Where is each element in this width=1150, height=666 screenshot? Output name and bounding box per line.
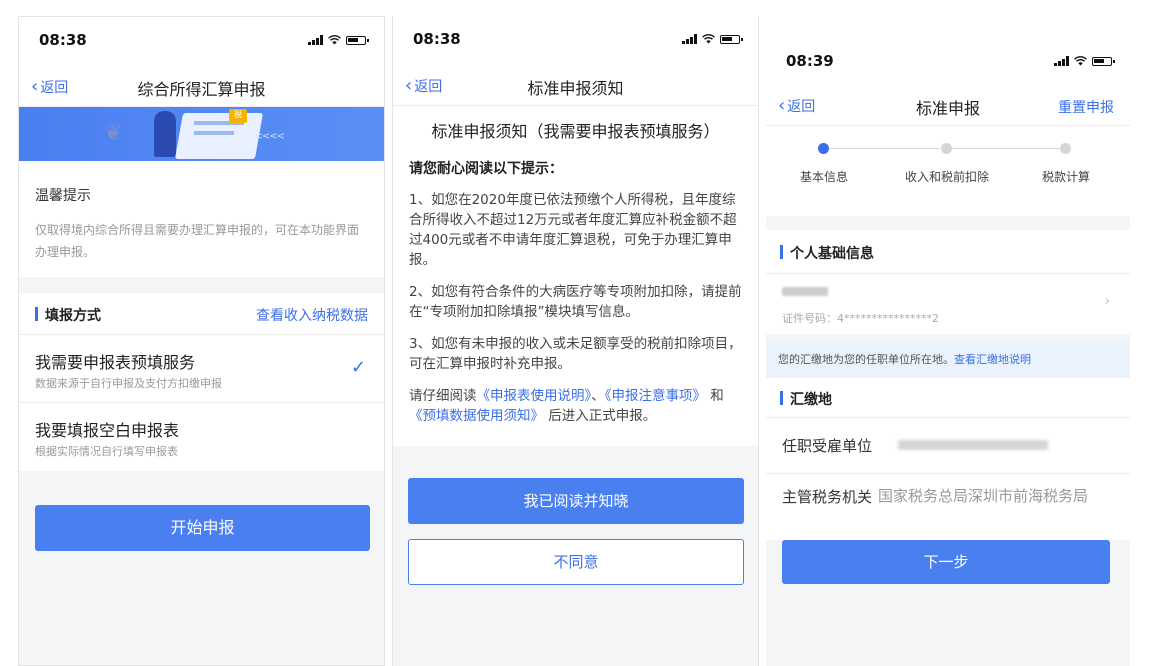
step-label-basic-info: 基本信息 [799,170,848,184]
screen-illustration [174,113,264,159]
wifi-icon [328,35,341,45]
notice-paragraph-4: 请仔细阅读《申报表使用说明》、《申报注意事项》 和 《预填数据使用须知》 后进入… [409,386,742,426]
section-marker [780,245,783,259]
status-icons [1054,56,1115,66]
tips-title: 温馨提示 [35,188,91,204]
person-illustration [154,111,176,157]
tax-authority-field: 主管税务机关 国家税务总局深圳市前海税务局 [766,474,1130,540]
battery-icon [720,34,743,44]
personal-info-header: 个人基础信息 [766,230,1130,274]
phone-screen-annual-filing: 08:38 ‹ 返回 综合所得汇算申报 ❦ 税 <<<< 温馨提示 仅取得境内综合… [18,16,385,666]
info-text: 您的汇缴地为您的任职单位所在地。 [778,353,954,366]
status-icons [682,34,743,44]
option-blank-form[interactable]: 我要填报空白申报表 根据实际情况自行填写申报表 [19,403,384,471]
signal-icon [682,34,697,44]
filing-notes-link[interactable]: 《申报注意事项》 [605,388,706,404]
prefill-data-notice-link[interactable]: 《预填数据使用须知》 [409,408,544,424]
status-time: 08:38 [39,31,87,49]
step-connector [952,148,1060,149]
status-bar: 08:38 [19,17,384,67]
option-title: 我要填报空白申报表 [35,421,180,440]
read-prefix: 请仔细阅读 [409,388,477,404]
step-label-tax-calc: 税款计算 [1041,170,1090,184]
tax-authority-value: 国家税务总局深圳市前海税务局 [878,487,1089,505]
chevron-right-icon: › [1104,294,1110,309]
step-dot [941,143,952,154]
employer-label: 任职受雇单位 [782,437,873,455]
section-marker [780,391,783,405]
plant-icon: ❦ [104,121,123,146]
tax-tag-icon: 税 [229,109,247,123]
signal-icon [308,35,323,45]
step-label-income: 收入和税前扣除 [904,170,989,184]
remittance-explanation-link[interactable]: 查看汇缴地说明 [954,353,1031,366]
notice-paragraph-2: 2、如您有符合条件的大病医疗等专项附加扣除，请提前在“专项附加扣除填报”模块填写… [409,284,742,320]
disagree-button[interactable]: 不同意 [408,539,744,585]
banner-illustration: ❦ 税 <<<< [19,107,384,161]
separator: 和 [710,388,724,404]
nav-bar: ‹ 返回 标准申报 重置申报 [766,86,1130,126]
phone-screen-standard-filing: 08:39 ‹ 返回 标准申报 重置申报 基本信息 收入和税前扣除 税款计算 个人… [766,38,1130,666]
redacted-employer [898,440,1048,450]
notice-content: 标准申报须知（我需要申报表预填服务） 请您耐心阅读以下提示： 1、如您在2020… [393,106,758,446]
notice-subheading: 请您耐心阅读以下提示： [409,161,563,177]
redacted-name [782,287,828,296]
remittance-info-bar: 您的汇缴地为您的任职单位所在地。查看汇缴地说明 [766,340,1130,378]
step-dot [1060,143,1071,154]
status-bar: 08:38 [393,16,758,66]
battery-icon [346,35,369,45]
step-dot-active [818,143,829,154]
nav-bar: ‹ 返回 综合所得汇算申报 [19,67,384,107]
separator: 、 [591,388,605,404]
start-filing-button[interactable]: 开始申报 [35,505,370,551]
wifi-icon [702,34,715,44]
read-suffix: 后进入正式申报。 [548,408,657,424]
tax-authority-label: 主管税务机关 [782,488,873,506]
wifi-icon [1074,56,1087,66]
page-title: 标准申报须知 [527,79,624,98]
notice-paragraph-3: 3、如您有未申报的收入或未足额享受的税前扣除项目，可在汇算申报时补充申报。 [409,336,742,372]
form-instructions-link[interactable]: 《申报表使用说明》 [477,388,592,404]
option-title: 我需要申报表预填服务 [35,353,196,372]
progress-steps: 基本信息 收入和税前扣除 税款计算 [766,126,1130,216]
reset-filing-button[interactable]: 重置申报 [1058,97,1114,117]
section-label: 个人基础信息 [790,246,874,262]
next-step-button[interactable]: 下一步 [782,540,1110,584]
status-time: 08:39 [786,52,834,70]
remittance-header: 汇缴地 [766,378,1130,418]
step-connector [824,148,940,149]
section-label: 汇缴地 [790,392,832,408]
tips-panel: 温馨提示 仅取得境内综合所得且需要办理汇算申报的，可在本功能界面办理申报。 [19,161,384,277]
screen-line [194,131,234,135]
arrows-decoration: <<<< [254,131,284,142]
checkmark-icon: ✓ [350,357,366,378]
personal-info-row[interactable]: 证件号码：4****************2 › [766,274,1130,334]
nav-bar: ‹ 返回 标准申报须知 [393,66,758,106]
tips-body: 仅取得境内综合所得且需要办理汇算申报的，可在本功能界面办理申报。 [35,223,360,259]
acknowledge-button[interactable]: 我已阅读并知晓 [408,478,744,524]
notice-heading: 标准申报须知（我需要申报表预填服务） [431,122,720,141]
id-number: 证件号码：4****************2 [782,312,939,325]
status-time: 08:38 [413,30,461,48]
notice-paragraph-1: 1、如您在2020年度已依法预缴个人所得税，且年度综合所得收入不超过12万元或者… [409,192,737,268]
status-icons [308,35,369,45]
section-label: 填报方式 [45,308,101,324]
option-prefill-service[interactable]: 我需要申报表预填服务 数据来源于自行申报及支付方扣缴申报 ✓ [19,335,384,403]
section-marker [35,307,38,321]
option-subtitle: 根据实际情况自行填写申报表 [35,445,178,458]
employer-field[interactable]: 任职受雇单位 [766,418,1130,474]
view-income-data-link[interactable]: 查看收入纳税数据 [256,305,368,325]
phone-screen-filing-notice: 08:38 ‹ 返回 标准申报须知 标准申报须知（我需要申报表预填服务） 请您耐心… [392,16,759,666]
section-header: 填报方式 查看收入纳税数据 [19,293,384,335]
battery-icon [1092,56,1115,66]
page-title: 综合所得汇算申报 [137,80,266,99]
option-subtitle: 数据来源于自行申报及支付方扣缴申报 [35,377,222,390]
status-bar: 08:39 [766,38,1130,86]
filing-method-section: 填报方式 查看收入纳税数据 我需要申报表预填服务 数据来源于自行申报及支付方扣缴… [19,293,384,471]
signal-icon [1054,56,1069,66]
